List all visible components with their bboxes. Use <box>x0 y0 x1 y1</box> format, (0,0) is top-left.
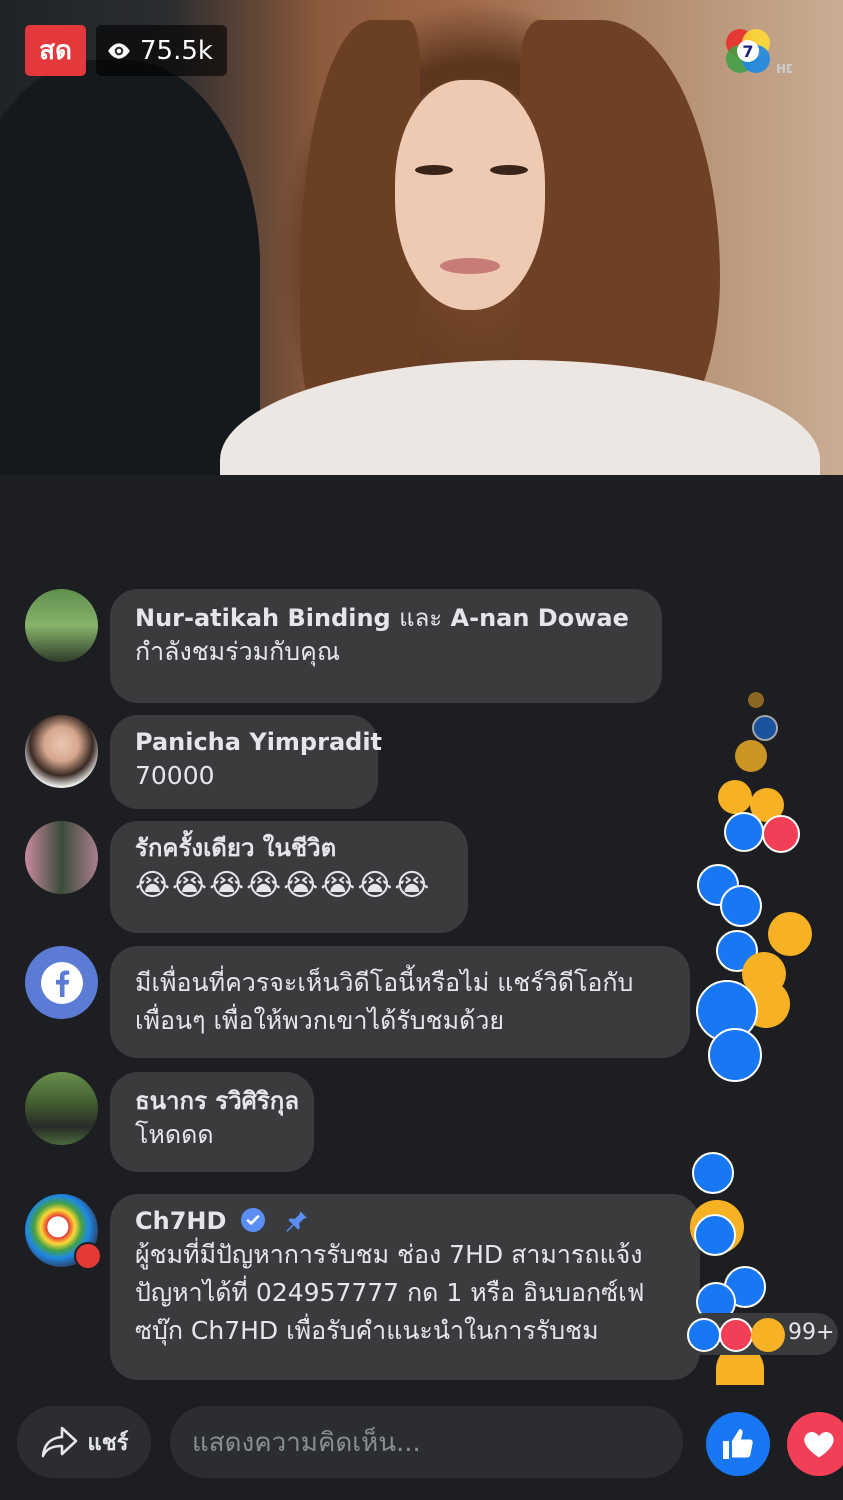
share-prompt-line: มีเพื่อนที่ควรจะเห็นวิดีโอนี้หรือไม่ แชร… <box>135 968 634 997</box>
commenter-names: Nur-atikah Binding และ A-nan Dowae <box>135 603 637 633</box>
comment-text: ซบุ๊ก Ch7HD เพื่อรับคำแนะนำในการรับชม <box>135 1316 599 1345</box>
pin-icon <box>286 1209 307 1232</box>
live-badge: สด <box>25 25 86 76</box>
pinned-comment-bubble: Ch7HD ผู้ชมที่มีปัญหาการรับชม ช่อง 7HD ส… <box>110 1194 700 1380</box>
like-icon <box>723 1429 753 1459</box>
share-prompt-line: เพื่อนๆ เพื่อให้พวกเขาได้รับชมด้วย <box>135 1006 505 1035</box>
svg-text:HD: HD <box>776 62 792 76</box>
share-button[interactable]: แชร์ <box>17 1406 151 1478</box>
avatar[interactable] <box>25 1072 98 1145</box>
facebook-avatar <box>25 946 98 1019</box>
share-label: แชร์ <box>87 1430 129 1456</box>
comment-text: 😭😭😭😭😭😭😭😭 <box>135 868 432 903</box>
commenter-name[interactable]: รักครั้งเดียว ในชีวิต <box>135 833 443 863</box>
comment-text: ผู้ชมที่มีปัญหาการรับชม ช่อง 7HD สามารถแ… <box>135 1240 643 1269</box>
comment-bubble: รักครั้งเดียว ในชีวิต 😭😭😭😭😭😭😭😭 <box>110 821 468 933</box>
share-icon <box>41 1426 77 1458</box>
comment-text: ปัญหาได้ที่ 024957777 กด 1 หรือ อินบอกซ์… <box>135 1278 645 1307</box>
floating-like-reaction <box>720 885 762 927</box>
floating-like-reaction <box>692 1152 734 1194</box>
commenter-name[interactable]: A-nan Dowae <box>451 604 629 632</box>
video-face <box>395 80 545 310</box>
avatar[interactable] <box>25 589 98 662</box>
commenter-name-row: Ch7HD <box>135 1206 675 1236</box>
commenter-name[interactable]: Nur-atikah Binding <box>135 604 391 632</box>
comment-input[interactable]: แสดงความคิดเห็น... <box>170 1406 683 1478</box>
reaction-count: 99+ <box>788 1320 835 1345</box>
comment-text: โหดดด <box>135 1120 214 1149</box>
like-reaction-icon <box>687 1318 721 1352</box>
share-prompt-bubble[interactable]: มีเพื่อนที่ควรจะเห็นวิดีโอนี้หรือไม่ แชร… <box>110 946 690 1058</box>
facebook-icon <box>40 961 83 1004</box>
heart-icon <box>804 1432 834 1458</box>
comment-text: กำลังชมร่วมกับคุณ <box>135 637 341 666</box>
floating-like-reaction <box>694 1214 736 1256</box>
floating-like-reaction <box>752 715 778 741</box>
like-button[interactable] <box>706 1412 770 1476</box>
comment-bubble: Panicha Yimpradit 70000 <box>110 715 382 809</box>
comment-placeholder: แสดงความคิดเห็น... <box>192 1427 421 1458</box>
svg-text:7: 7 <box>742 42 753 61</box>
commenter-name[interactable]: Panicha Yimpradit <box>135 727 382 757</box>
name-connector: และ <box>399 604 443 632</box>
haha-reaction-icon <box>751 1318 785 1352</box>
love-reaction-icon <box>719 1318 753 1352</box>
avatar[interactable] <box>25 715 98 788</box>
comment-bubble: Nur-atikah Binding และ A-nan Dowae กำลัง… <box>110 589 662 703</box>
ch7-logo: 7 HD <box>726 29 792 76</box>
live-avatar-icon <box>74 1242 102 1270</box>
floating-sad-reaction <box>768 912 812 956</box>
viewer-count: 75.5k <box>140 35 213 66</box>
verified-icon <box>240 1208 265 1232</box>
video-foreground-figure <box>0 60 260 475</box>
floating-sad-reaction <box>748 692 764 708</box>
comment-bubble: ธนากร รวิศิริกุล โหดดด <box>110 1072 314 1172</box>
commenter-name[interactable]: Ch7HD <box>135 1207 226 1235</box>
floating-like-reaction <box>724 812 764 852</box>
love-button[interactable] <box>787 1412 843 1476</box>
floating-like-reaction <box>708 1028 762 1082</box>
eye-icon <box>108 42 130 59</box>
commenter-name[interactable]: ธนากร รวิศิริกุล <box>135 1086 299 1116</box>
video-eye-right <box>490 165 528 175</box>
comment-text: 70000 <box>135 761 215 790</box>
video-mouth <box>440 258 500 274</box>
viewer-count-badge: 75.5k <box>96 25 227 76</box>
avatar[interactable] <box>25 821 98 894</box>
floating-sad-reaction <box>735 740 767 772</box>
floating-sad-reaction <box>718 780 752 814</box>
floating-love-reaction <box>762 815 800 853</box>
video-eye-left <box>415 165 453 175</box>
